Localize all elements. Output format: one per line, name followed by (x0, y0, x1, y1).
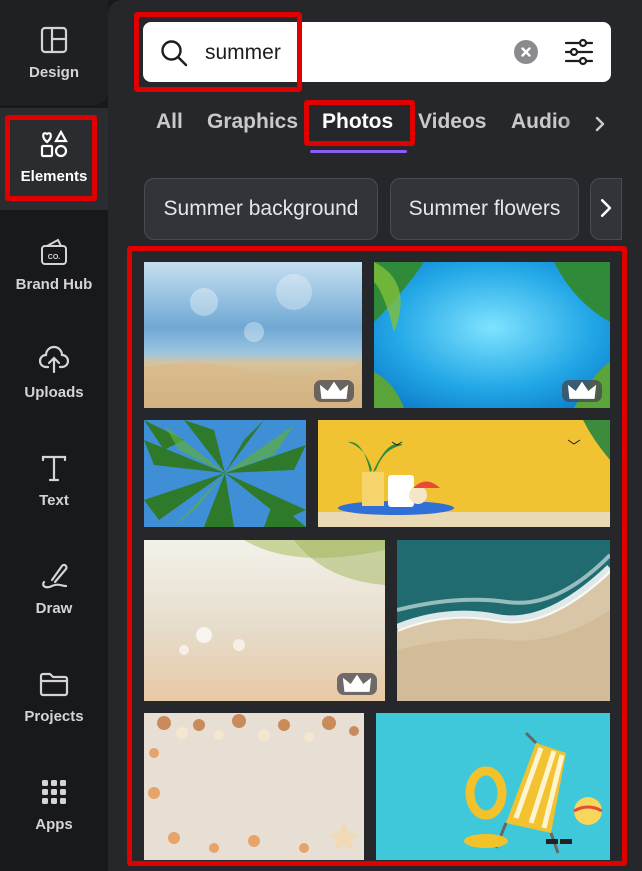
sidebar-item-brand-hub[interactable]: CO. Brand Hub (0, 214, 108, 314)
chevron-right-icon (600, 199, 612, 218)
highlight-box (5, 115, 97, 201)
sidebar-item-label: Brand Hub (15, 275, 93, 293)
chip-summer-flowers[interactable]: Summer flowers (390, 178, 579, 240)
search-highlight-box (134, 12, 302, 92)
sidebar-item-label: Uploads (24, 383, 84, 401)
active-tab-indicator (310, 150, 407, 153)
photo-grid-highlight-box (127, 246, 627, 866)
sidebar-item-design[interactable]: Design (0, 0, 108, 105)
chip-summer-background[interactable]: Summer background (144, 178, 378, 240)
chevron-right-icon[interactable] (592, 112, 608, 136)
sidebar-item-label: Draw (35, 599, 73, 617)
sidebar: Design Elements CO. Brand Hub Uploads Te… (0, 0, 108, 871)
sidebar-item-label: Design (28, 64, 79, 81)
layout-icon (40, 26, 68, 54)
sidebar-item-elements[interactable]: Elements (0, 108, 108, 210)
filter-settings-icon[interactable] (563, 36, 595, 68)
sidebar-item-draw[interactable]: Draw (0, 538, 108, 638)
chips-next-button[interactable] (590, 178, 622, 240)
draw-icon (42, 563, 68, 588)
sidebar-item-uploads[interactable]: Uploads (0, 322, 108, 422)
apps-grid-icon (42, 779, 66, 804)
text-icon (41, 455, 67, 481)
close-icon (521, 47, 531, 57)
svg-text:CO.: CO. (48, 254, 61, 261)
cloud-upload-icon (38, 345, 70, 373)
tab-videos[interactable]: Videos (418, 110, 486, 134)
photos-tab-highlight-box (304, 100, 415, 146)
clear-search-button[interactable] (514, 40, 538, 64)
sidebar-item-text[interactable]: Text (0, 430, 108, 530)
tab-all[interactable]: All (156, 110, 183, 134)
brand-icon: CO. (41, 238, 67, 265)
sidebar-item-label: Apps (35, 815, 73, 833)
sidebar-item-label: Projects (24, 707, 84, 725)
tab-graphics[interactable]: Graphics (207, 110, 298, 134)
sidebar-item-projects[interactable]: Projects (0, 646, 108, 746)
folder-icon (39, 672, 69, 696)
sidebar-item-label: Text (39, 491, 69, 509)
sidebar-item-apps[interactable]: Apps (0, 754, 108, 854)
